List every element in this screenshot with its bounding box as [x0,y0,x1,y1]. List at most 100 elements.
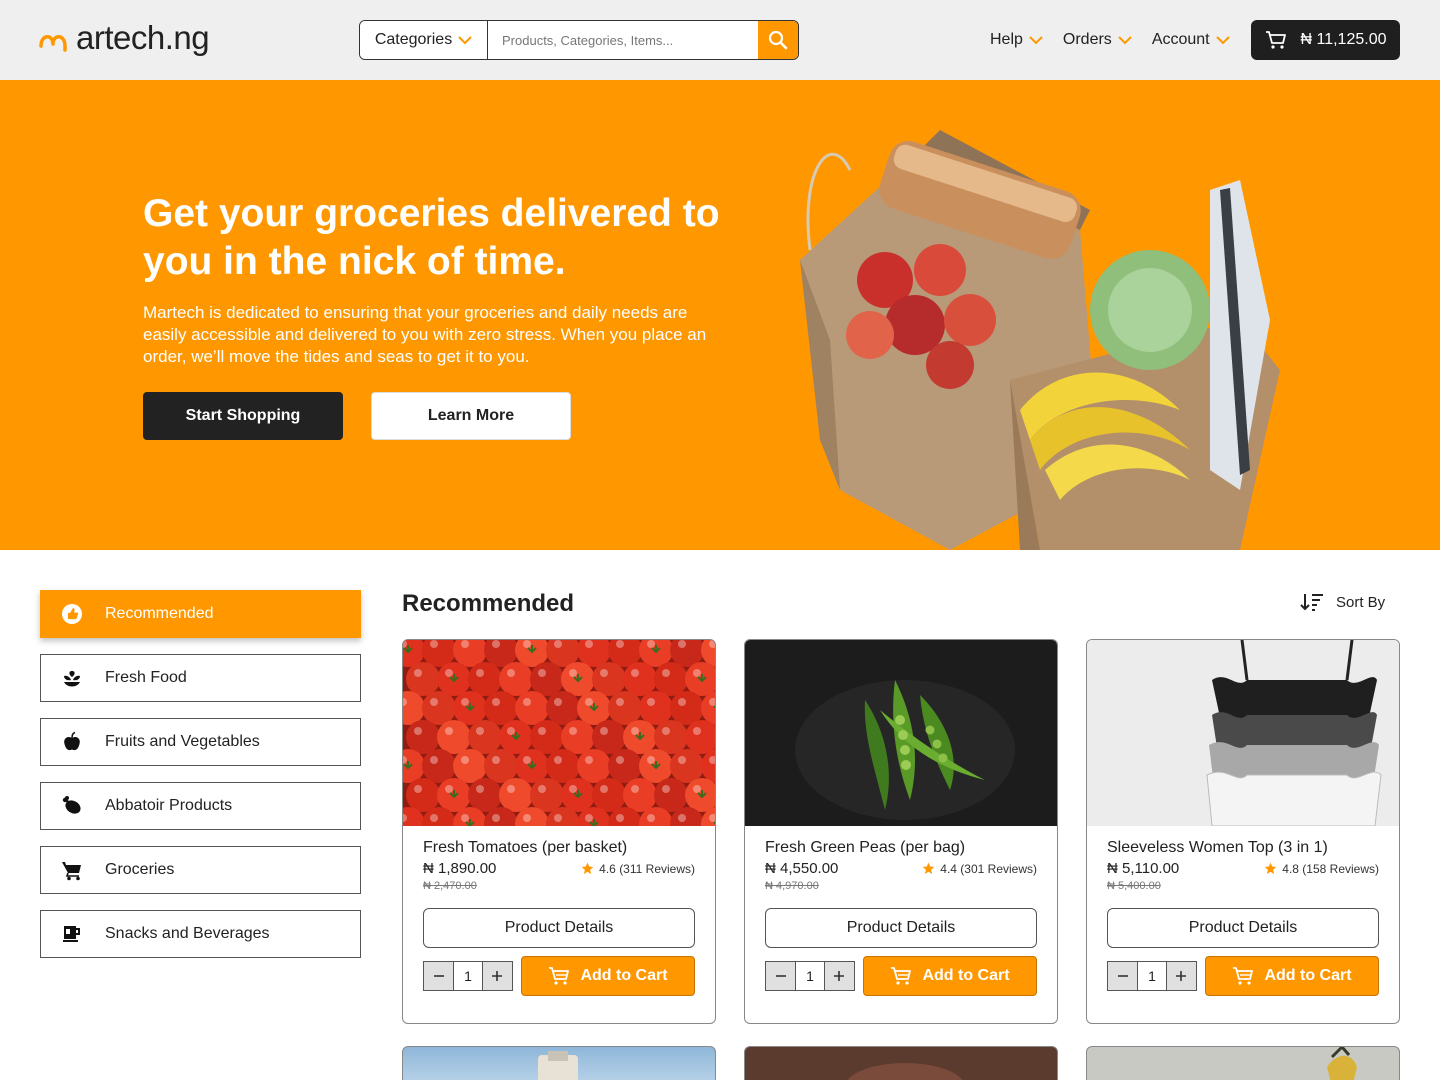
product-image-tops[interactable] [1087,640,1399,826]
sidebar-item-groceries[interactable]: Groceries [40,846,361,894]
logo[interactable]: artech.ng [38,18,210,58]
old-price: ₦ 5,400.00 [1107,880,1161,892]
nav-account-label: Account [1151,31,1210,48]
cart-icon [891,967,912,985]
star-icon [581,862,594,875]
decrease-button[interactable] [424,962,454,990]
add-to-cart-label: Add to Cart [580,967,668,984]
product-card: Fresh Tomatoes (per basket) ₦ 1,890.00 4… [402,639,716,1024]
product-card-partial[interactable] [402,1046,716,1080]
add-to-cart-button[interactable]: Add to Cart [521,956,695,996]
meat-icon [61,795,83,817]
product-rating: 4.6 (311 Reviews) [581,862,695,876]
sidebar-item-snacks-beverages[interactable]: Snacks and Beverages [40,910,361,958]
increase-button[interactable] [824,962,854,990]
product-card: Fresh Green Peas (per bag) ₦ 4,550.00 4.… [744,639,1058,1024]
minus-icon [1117,975,1128,977]
product-rating: 4.4 (301 Reviews) [922,862,1037,876]
minus-icon [433,975,444,977]
chevron-down-icon [1029,36,1043,45]
hero-title: Get your groceries delivered to you in t… [143,192,720,283]
add-to-cart-button[interactable]: Add to Cart [1205,956,1379,996]
search-button[interactable] [758,21,798,59]
sidebar-item-abbatoir[interactable]: Abbatoir Products [40,782,361,830]
decrease-button[interactable] [766,962,796,990]
start-shopping-button[interactable]: Start Shopping [143,392,343,440]
product-card-partial[interactable] [1086,1046,1400,1080]
sidebar-item-fresh-food[interactable]: Fresh Food [40,654,361,702]
quantity-value[interactable]: 1 [453,962,483,990]
quantity-stepper: 1 [1107,961,1197,991]
nav-orders[interactable]: Orders [1063,26,1132,54]
sidebar-item-label: Recommended [105,605,214,622]
grocery-bags-image [800,130,1280,550]
star-icon [922,862,935,875]
search-icon [768,30,788,50]
product-details-button[interactable]: Product Details [765,908,1037,948]
star-icon [1264,862,1277,875]
increase-button[interactable] [482,962,512,990]
plus-icon [492,971,503,981]
product-image-tomatoes[interactable] [403,640,715,826]
learn-more-button[interactable]: Learn More [371,392,571,440]
sidebar-item-recommended[interactable]: Recommended [40,590,361,638]
sidebar-item-label: Groceries [105,861,175,878]
hero-banner: Get your groceries delivered to you in t… [0,80,1440,550]
top-header: artech.ng Categories Help Orders Account… [0,0,1440,80]
product-details-button[interactable]: Product Details [423,908,695,948]
categories-dropdown[interactable]: Categories [360,21,488,59]
cart-icon [1233,967,1254,985]
mug-icon [61,923,83,945]
add-to-cart-label: Add to Cart [922,967,1010,984]
rating-text: 4.6 (311 Reviews) [599,861,695,876]
section-title: Recommended [402,590,575,617]
chevron-down-icon [1215,36,1230,45]
sort-button[interactable]: Sort By [1300,592,1385,612]
decrease-button[interactable] [1108,962,1138,990]
product-price: ₦ 4,550.00 [765,860,839,877]
product-details-button[interactable]: Product Details [1107,908,1379,948]
sidebar-item-label: Snacks and Beverages [105,925,270,942]
plant-icon [61,667,83,689]
cart-total: ₦ 11,125.00 [1300,31,1387,48]
product-name[interactable]: Sleeveless Women Top (3 in 1) [1107,838,1379,858]
nav-orders-label: Orders [1062,31,1112,48]
sidebar-item-label: Fruits and Vegetables [105,733,260,750]
plus-icon [1176,971,1187,981]
sidebar-item-label: Abbatoir Products [105,797,233,814]
search-input[interactable] [488,21,758,59]
thumbs-up-icon [61,603,83,625]
cart-icon [61,859,83,881]
quantity-value[interactable]: 1 [795,962,825,990]
sidebar-item-fruits-vegetables[interactable]: Fruits and Vegetables [40,718,361,766]
apple-icon [61,731,83,753]
minus-icon [775,975,786,977]
nav-account[interactable]: Account [1152,26,1230,54]
cart-icon [549,967,570,985]
cart-button[interactable]: ₦ 11,125.00 [1251,20,1400,60]
quantity-value[interactable]: 1 [1137,962,1167,990]
nav-help[interactable]: Help [990,26,1043,54]
add-to-cart-button[interactable]: Add to Cart [863,956,1037,996]
logo-text: artech.ng [76,19,210,56]
rating-text: 4.4 (301 Reviews) [940,861,1037,876]
hero-description: Martech is dedicated to ensuring that yo… [143,303,707,366]
product-rating: 4.8 (158 Reviews) [1264,862,1379,876]
product-image-peas[interactable] [745,640,1057,826]
product-card-partial[interactable] [744,1046,1058,1080]
sidebar-item-label: Fresh Food [105,669,187,686]
product-name[interactable]: Fresh Tomatoes (per basket) [423,838,695,858]
product-name[interactable]: Fresh Green Peas (per bag) [765,838,1037,858]
chevron-down-icon [458,36,472,45]
increase-button[interactable] [1166,962,1196,990]
old-price: ₦ 2,470.00 [423,880,477,892]
sort-icon [1300,594,1323,611]
chevron-down-icon [1118,36,1132,45]
nav-help-label: Help [990,31,1023,48]
old-price: ₦ 4,970.00 [765,880,819,892]
search-bar: Categories [359,20,799,60]
top-nav: Help Orders Account [990,26,1230,54]
categories-label: Categories [374,31,453,48]
cart-icon [1265,31,1286,49]
category-sidebar: Recommended Fresh Food Fruits and Vegeta… [40,590,361,974]
